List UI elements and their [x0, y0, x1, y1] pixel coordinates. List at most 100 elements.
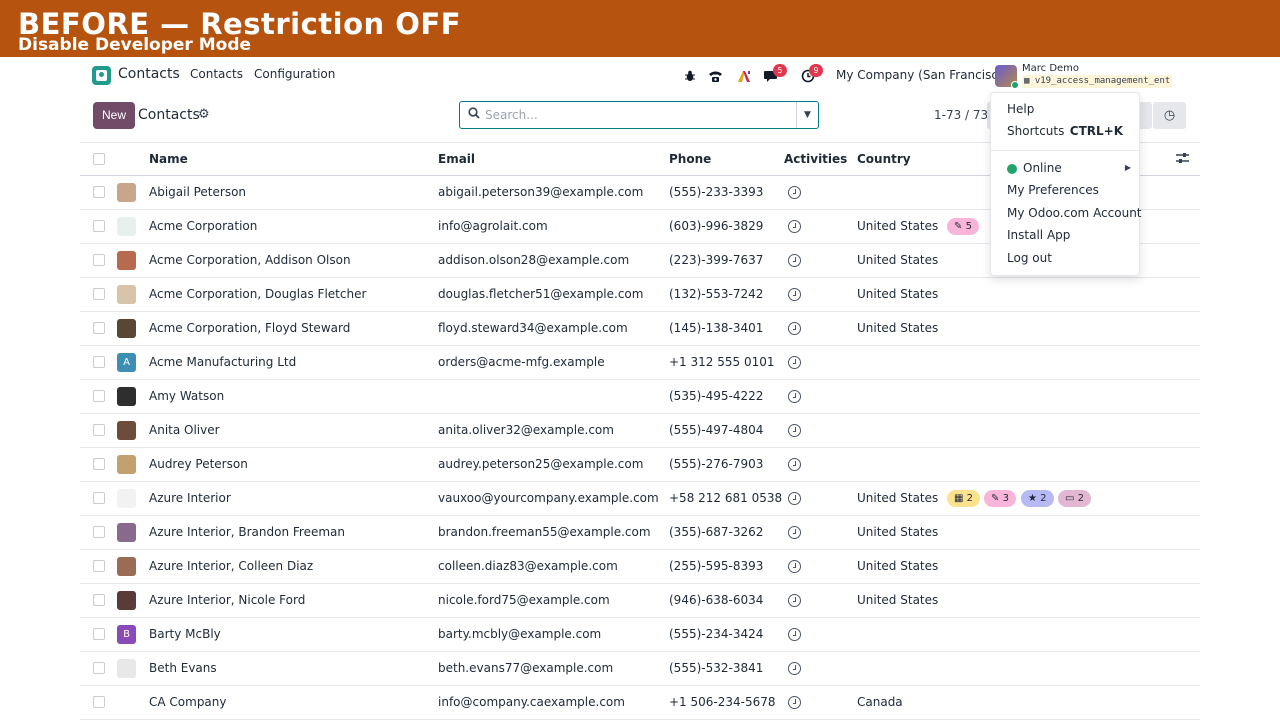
column-country[interactable]: Country	[857, 152, 911, 166]
search-input[interactable]	[485, 105, 785, 125]
cell-name: Acme Corporation, Douglas Fletcher	[149, 287, 367, 301]
row-checkbox[interactable]	[93, 186, 105, 198]
contact-avatar	[117, 319, 136, 338]
column-email[interactable]: Email	[438, 152, 475, 166]
table-row[interactable]: Azure Interior vauxoo@yourcompany.example…	[80, 482, 1200, 516]
cell-phone: (555)-233-3393	[669, 185, 764, 199]
row-checkbox[interactable]	[93, 560, 105, 572]
app-brand[interactable]: Contacts	[118, 66, 180, 82]
tag-badge[interactable]: ★ 2	[1021, 490, 1054, 507]
contact-avatar: A	[117, 353, 136, 372]
table-row[interactable]: Azure Interior, Colleen Diaz colleen.diaz…	[80, 550, 1200, 584]
menu-configuration[interactable]: Configuration	[254, 67, 335, 81]
table-row[interactable]: Audrey Peterson audrey.peterson25@example…	[80, 448, 1200, 482]
menu-help[interactable]: Help	[1007, 102, 1034, 116]
menu-contacts[interactable]: Contacts	[190, 67, 243, 81]
activity-clock-icon[interactable]	[788, 288, 801, 301]
row-checkbox[interactable]	[93, 662, 105, 674]
gear-icon[interactable]: ⚙	[198, 107, 210, 122]
database-icon: ▦	[1024, 76, 1035, 86]
activity-clock-icon[interactable]	[788, 254, 801, 267]
activity-clock-icon[interactable]	[788, 526, 801, 539]
tag-badge[interactable]: ✎ 3	[984, 490, 1016, 507]
activity-clock-icon[interactable]	[788, 390, 801, 403]
row-checkbox[interactable]	[93, 220, 105, 232]
table-row[interactable]: B Barty McBly barty.mcbly@example.com (555)…	[80, 618, 1200, 652]
table-row[interactable]: Azure Interior, Brandon Freeman brandon.f…	[80, 516, 1200, 550]
tag-badge[interactable]: ▦ 2	[947, 490, 981, 507]
row-checkbox[interactable]	[93, 424, 105, 436]
table-row[interactable]: CA Company info@company.caexample.com +1 5…	[80, 686, 1200, 720]
activity-clock-icon[interactable]	[788, 696, 801, 709]
column-name[interactable]: Name	[149, 152, 188, 166]
cell-email: vauxoo@yourcompany.example.com	[438, 491, 659, 505]
new-button[interactable]: New	[93, 102, 135, 129]
row-checkbox[interactable]	[93, 594, 105, 606]
activity-clock-icon[interactable]	[788, 186, 801, 199]
column-phone[interactable]: Phone	[669, 152, 711, 166]
row-checkbox[interactable]	[93, 492, 105, 504]
menu-preferences[interactable]: My Preferences	[1007, 183, 1099, 197]
activity-clock-icon[interactable]	[788, 662, 801, 675]
row-checkbox[interactable]	[93, 696, 105, 708]
menu-odoo-account[interactable]: My Odoo.com Account	[1007, 206, 1142, 220]
row-checkbox[interactable]	[93, 390, 105, 402]
user-avatar[interactable]	[995, 65, 1019, 89]
table-row[interactable]: Azure Interior, Nicole Ford nicole.ford75…	[80, 584, 1200, 618]
database-label: ▦ v19_access_management_ent	[1022, 75, 1173, 88]
cell-email: info@agrolait.com	[438, 219, 548, 233]
menu-logout[interactable]: Log out	[1007, 251, 1052, 265]
database-name: v19_access_management_ent	[1034, 76, 1171, 86]
select-all-checkbox[interactable]	[93, 153, 105, 165]
row-checkbox[interactable]	[93, 458, 105, 470]
tag-badge[interactable]: ▭ 2	[1058, 490, 1092, 507]
table-row[interactable]: Acme Corporation, Douglas Fletcher dougla…	[80, 278, 1200, 312]
tag-icon: ✎	[954, 221, 963, 232]
optional-columns-icon[interactable]	[1176, 152, 1189, 168]
tag-badge[interactable]: ✎ 5	[947, 218, 979, 235]
contact-avatar	[117, 285, 136, 304]
cell-email: brandon.freeman55@example.com	[438, 525, 651, 539]
activity-clock-icon[interactable]	[788, 424, 801, 437]
cell-name: Azure Interior, Colleen Diaz	[149, 559, 314, 573]
table-row[interactable]: Amy Watson (535)-495-4222	[80, 380, 1200, 414]
contacts-app-icon[interactable]	[92, 66, 111, 85]
menu-divider	[991, 150, 1141, 151]
cell-phone: (355)-687-3262	[669, 525, 764, 539]
company-switcher[interactable]: My Company (San Francisco)	[836, 68, 1010, 82]
activity-view-icon[interactable]: ◷	[1153, 102, 1186, 129]
row-checkbox[interactable]	[93, 288, 105, 300]
caret-right-icon: ▶	[1124, 163, 1131, 172]
search-bar[interactable]: ▼	[459, 101, 819, 129]
table-row[interactable]: Beth Evans beth.evans77@example.com (555)-…	[80, 652, 1200, 686]
menu-online-status[interactable]: Online	[1023, 161, 1062, 175]
row-checkbox[interactable]	[93, 322, 105, 334]
user-name[interactable]: Marc Demo	[1022, 63, 1079, 74]
menu-shortcuts[interactable]: Shortcuts	[1007, 124, 1064, 138]
activity-clock-icon[interactable]	[788, 356, 801, 369]
contact-avatar	[117, 387, 136, 406]
row-checkbox[interactable]	[93, 628, 105, 640]
table-row[interactable]: Acme Corporation, Floyd Steward floyd.ste…	[80, 312, 1200, 346]
ai-icon[interactable]	[735, 67, 753, 85]
phone-icon[interactable]	[706, 67, 724, 85]
table-row[interactable]: Anita Oliver anita.oliver32@example.com (5…	[80, 414, 1200, 448]
activity-clock-icon[interactable]	[788, 322, 801, 335]
activity-clock-icon[interactable]	[788, 628, 801, 641]
row-checkbox[interactable]	[93, 356, 105, 368]
column-activities[interactable]: Activities	[784, 152, 847, 166]
activity-clock-icon[interactable]	[788, 458, 801, 471]
row-checkbox[interactable]	[93, 254, 105, 266]
activity-clock-icon[interactable]	[788, 594, 801, 607]
activity-clock-icon[interactable]	[788, 220, 801, 233]
menu-install-app[interactable]: Install App	[1007, 228, 1070, 242]
table-row[interactable]: A Acme Manufacturing Ltd orders@acme-mfg.e…	[80, 346, 1200, 380]
search-options-dropdown-icon[interactable]: ▼	[796, 102, 818, 128]
cell-phone: +58 212 681 0538	[669, 491, 783, 505]
cell-country: United States	[857, 525, 939, 539]
pager-value[interactable]: 1-73 / 73	[934, 108, 988, 122]
activity-clock-icon[interactable]	[788, 492, 801, 505]
bug-icon[interactable]	[681, 67, 699, 85]
activity-clock-icon[interactable]	[788, 560, 801, 573]
row-checkbox[interactable]	[93, 526, 105, 538]
